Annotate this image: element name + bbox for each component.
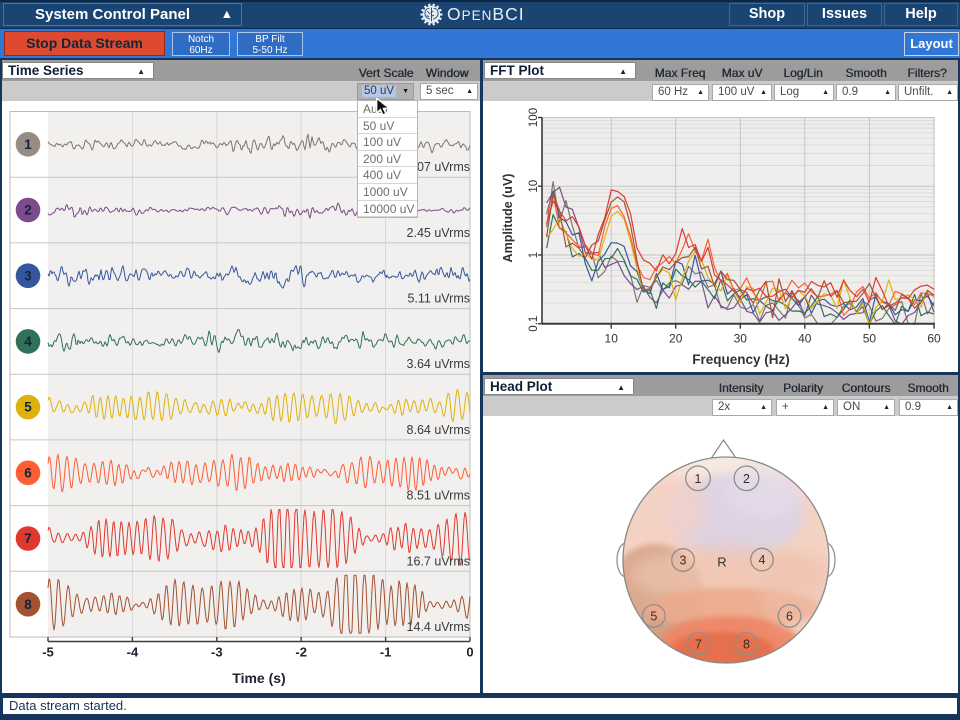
svg-text:60: 60: [927, 332, 941, 346]
svg-text:4: 4: [759, 553, 766, 567]
svg-text:-2: -2: [295, 645, 307, 660]
svg-text:3.64 uVrms: 3.64 uVrms: [407, 357, 470, 371]
svg-text:6: 6: [24, 465, 32, 480]
svg-text:10: 10: [605, 332, 619, 346]
svg-text:30: 30: [734, 332, 748, 346]
svg-text:2.45 uVrms: 2.45 uVrms: [407, 226, 470, 240]
svg-text:16.7 uVrms: 16.7 uVrms: [407, 554, 470, 568]
svg-text:2: 2: [24, 203, 32, 218]
svg-text:1: 1: [528, 252, 540, 258]
svg-text:Amplitude (uV): Amplitude (uV): [501, 174, 515, 263]
svg-text:-3: -3: [211, 645, 223, 660]
svg-text:1: 1: [24, 137, 32, 152]
svg-text:8: 8: [743, 637, 750, 651]
svg-text:20: 20: [669, 332, 683, 346]
svg-text:6: 6: [786, 609, 793, 623]
svg-text:10: 10: [528, 180, 540, 193]
svg-text:2: 2: [743, 472, 750, 486]
svg-text:5: 5: [650, 609, 657, 623]
svg-text:-1: -1: [380, 645, 392, 660]
svg-text:Frequency (Hz): Frequency (Hz): [692, 352, 790, 367]
svg-text:100: 100: [528, 108, 540, 127]
svg-text:-4: -4: [127, 645, 139, 660]
svg-text:8: 8: [24, 597, 32, 612]
svg-text:0: 0: [466, 645, 473, 660]
svg-text:8.51 uVrms: 8.51 uVrms: [407, 489, 470, 503]
svg-text:7: 7: [695, 637, 702, 651]
svg-text:50: 50: [863, 332, 877, 346]
svg-text:0.1: 0.1: [528, 316, 540, 332]
svg-text:Time (s): Time (s): [232, 670, 285, 686]
svg-text:-5: -5: [42, 645, 54, 660]
svg-text:1: 1: [695, 472, 702, 486]
svg-text:R: R: [717, 555, 726, 570]
svg-text:4: 4: [24, 334, 32, 349]
svg-text:14.4 uVrms: 14.4 uVrms: [407, 620, 470, 634]
svg-text:5: 5: [24, 400, 32, 415]
svg-text:8.64 uVrms: 8.64 uVrms: [407, 423, 470, 437]
svg-text:7: 7: [24, 531, 32, 546]
svg-text:3: 3: [680, 554, 687, 568]
svg-text:5.11 uVrms: 5.11 uVrms: [407, 292, 470, 306]
svg-text:3: 3: [24, 268, 32, 283]
svg-text:40: 40: [798, 332, 812, 346]
